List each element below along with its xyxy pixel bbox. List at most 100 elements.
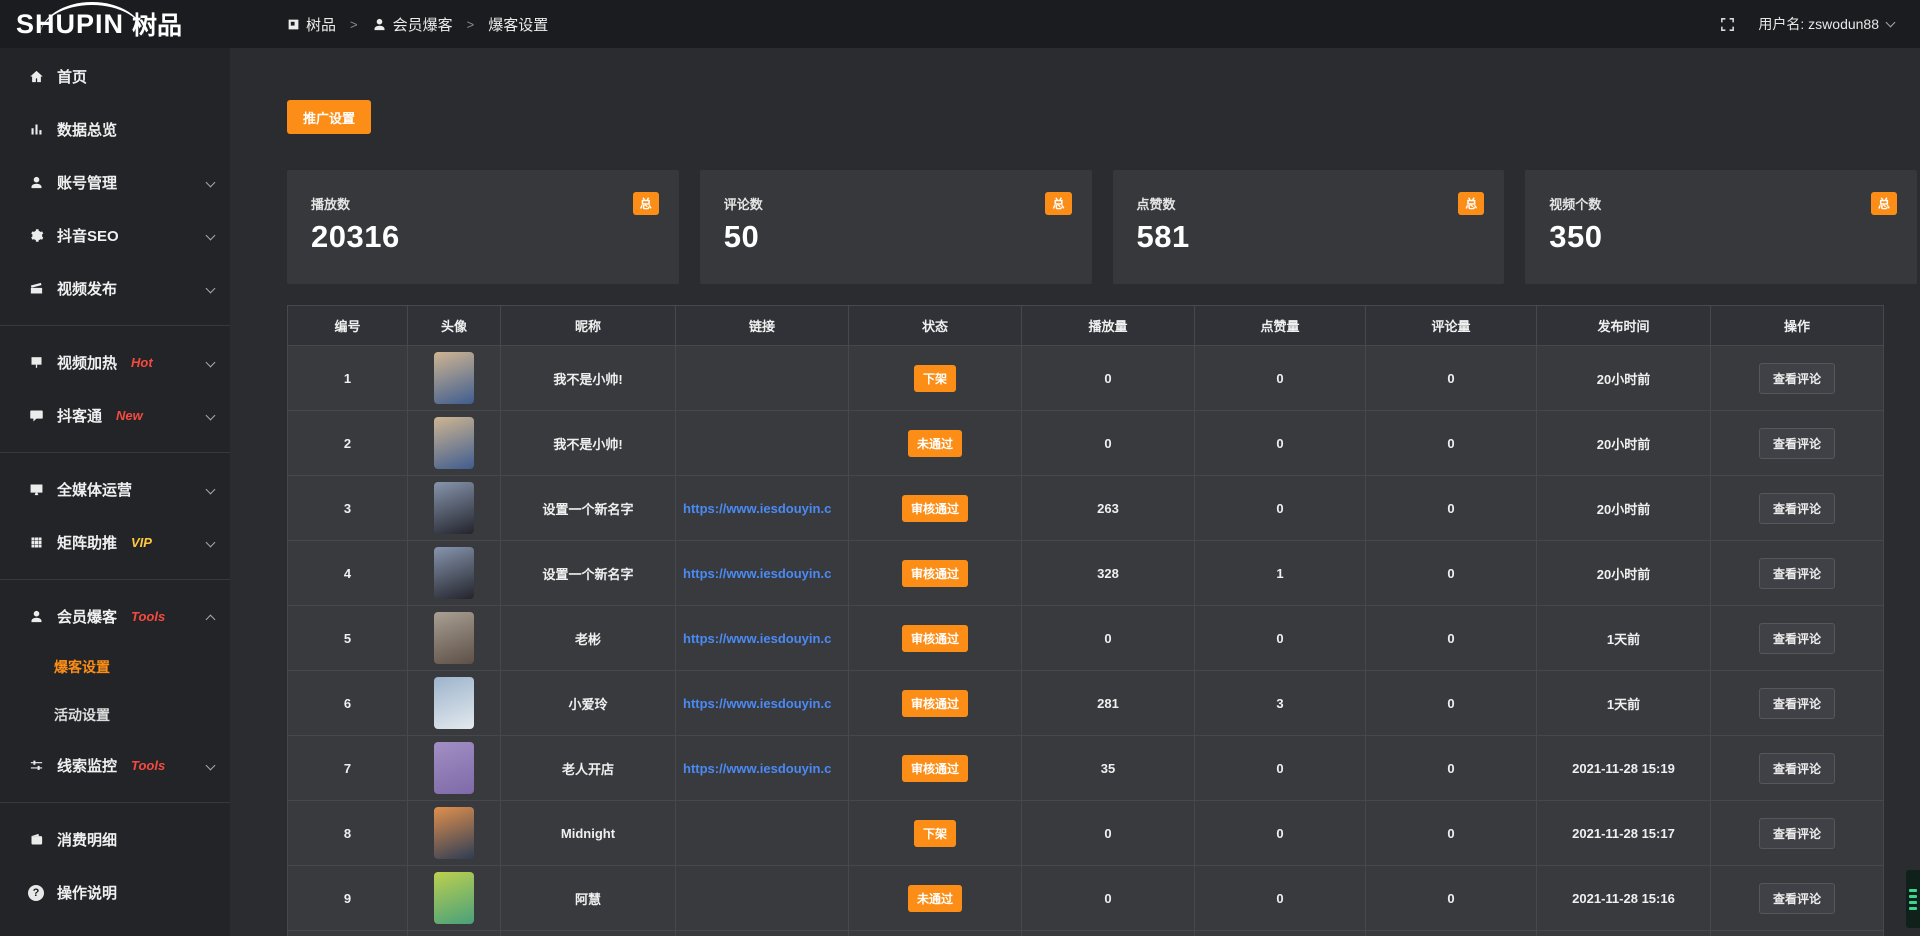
- sidebar-item[interactable]: 消费明细: [0, 813, 230, 866]
- cell-comments: 0: [1366, 801, 1537, 866]
- cell-avatar: [408, 411, 501, 476]
- status-badge[interactable]: 审核通过: [902, 625, 968, 652]
- view-comments-button[interactable]: 查看评论: [1759, 688, 1835, 719]
- column-header: 发布时间: [1537, 306, 1711, 346]
- avatar: [434, 482, 474, 534]
- floating-widget[interactable]: [1906, 870, 1920, 928]
- column-header: 操作: [1711, 306, 1884, 346]
- table-row: 3设置一个新名字https://www.iesdouyin.c审核通过26300…: [288, 476, 1884, 541]
- status-badge[interactable]: 审核通过: [902, 560, 968, 587]
- sidebar-item[interactable]: 首页: [0, 50, 230, 103]
- sidebar-divider: [0, 325, 230, 326]
- status-badge[interactable]: 审核通过: [902, 690, 968, 717]
- cell-status: 审核通过: [849, 606, 1022, 671]
- cell-link: https://www.iesdouyin.c: [676, 671, 849, 736]
- view-comments-button[interactable]: 查看评论: [1759, 428, 1835, 459]
- cell-id: 1: [288, 346, 408, 411]
- home-icon: [27, 69, 45, 84]
- avatar: [434, 872, 474, 924]
- cell-action: 查看评论: [1711, 866, 1884, 931]
- view-comments-button[interactable]: 查看评论: [1759, 493, 1835, 524]
- status-badge[interactable]: 下架: [914, 365, 956, 392]
- status-badge[interactable]: 下架: [914, 820, 956, 847]
- chevron-down-icon[interactable]: [1886, 17, 1896, 27]
- username[interactable]: 用户名: zswodun88: [1758, 14, 1879, 34]
- sidebar-item-label: 视频发布: [57, 278, 117, 299]
- cell-likes: 0: [1195, 606, 1366, 671]
- cell-action: 查看评论: [1711, 671, 1884, 736]
- video-link[interactable]: https://www.iesdouyin.c: [683, 696, 848, 711]
- table-row: 8Midnight下架0002021-11-28 15:17查看评论: [288, 801, 1884, 866]
- sidebar-divider: [0, 802, 230, 803]
- breadcrumb-item[interactable]: 会员爆客: [372, 14, 453, 35]
- breadcrumb-item[interactable]: 树品: [287, 14, 336, 35]
- cell-status: 审核通过: [849, 476, 1022, 541]
- column-header: 链接: [676, 306, 849, 346]
- cell-status: 审核通过: [849, 736, 1022, 801]
- cell-comments: 0: [1366, 671, 1537, 736]
- sidebar-item[interactable]: 矩阵助推VIP: [0, 516, 230, 569]
- status-badge[interactable]: 审核通过: [902, 755, 968, 782]
- cell-plays: 0: [1022, 346, 1195, 411]
- chat-icon: [27, 408, 45, 423]
- video-link[interactable]: https://www.iesdouyin.c: [683, 761, 848, 776]
- total-badge: 总: [1045, 192, 1071, 215]
- cell-likes: 0: [1195, 411, 1366, 476]
- video-link[interactable]: https://www.iesdouyin.c: [683, 566, 848, 581]
- stat-card-value: 350: [1549, 219, 1895, 255]
- sidebar-item[interactable]: 视频加热Hot: [0, 336, 230, 389]
- table-row: 5老彬https://www.iesdouyin.c审核通过0001天前查看评论: [288, 606, 1884, 671]
- cell-id: [288, 931, 408, 936]
- promo-settings-button[interactable]: 推广设置: [287, 100, 371, 134]
- sidebar-item[interactable]: 全媒体运营: [0, 463, 230, 516]
- video-link[interactable]: https://www.iesdouyin.c: [683, 631, 848, 646]
- cell-nickname: 阿慧: [501, 866, 676, 931]
- sidebar-subitem[interactable]: 活动设置: [0, 691, 230, 739]
- view-comments-button[interactable]: 查看评论: [1759, 558, 1835, 589]
- sidebar-item[interactable]: 视频发布: [0, 262, 230, 315]
- view-comments-button[interactable]: 查看评论: [1759, 818, 1835, 849]
- stat-card-value: 50: [724, 219, 1070, 255]
- sidebar-item[interactable]: 数据总览: [0, 103, 230, 156]
- sidebar-item-label: 消费明细: [57, 829, 117, 850]
- cell-avatar: [408, 476, 501, 541]
- fullscreen-icon[interactable]: [1719, 16, 1736, 33]
- sidebar-subitem[interactable]: 爆客设置: [0, 643, 230, 691]
- monitor-icon: [27, 482, 45, 497]
- video-link[interactable]: https://www.iesdouyin.c: [683, 501, 848, 516]
- sidebar-item-badge: Hot: [131, 355, 153, 370]
- total-badge: 总: [633, 192, 659, 215]
- sidebar-item[interactable]: 抖音SEO: [0, 209, 230, 262]
- avatar: [434, 742, 474, 794]
- sidebar-item-label: 会员爆客: [57, 606, 117, 627]
- cell-nickname: 我不是小帅!: [501, 411, 676, 476]
- view-comments-button[interactable]: 查看评论: [1759, 363, 1835, 394]
- wallet-icon: [27, 832, 45, 847]
- sidebar-item[interactable]: 抖客通New: [0, 389, 230, 442]
- column-header: 状态: [849, 306, 1022, 346]
- view-comments-button[interactable]: 查看评论: [1759, 753, 1835, 784]
- sidebar-item-label: 数据总览: [57, 119, 117, 140]
- sidebar-item[interactable]: 线索监控Tools: [0, 739, 230, 792]
- view-comments-button[interactable]: 查看评论: [1759, 883, 1835, 914]
- breadcrumb-label: 爆客设置: [488, 14, 548, 35]
- stat-card: 点赞数581总: [1113, 170, 1505, 284]
- chevron-down-icon: [206, 485, 216, 495]
- status-badge[interactable]: 未通过: [908, 885, 962, 912]
- cell-action: [1711, 931, 1884, 936]
- chevron-down-icon: [206, 538, 216, 548]
- sidebar-item[interactable]: 会员爆客Tools: [0, 590, 230, 643]
- cell-comments: 0: [1366, 476, 1537, 541]
- table-row: 2我不是小帅!未通过00020小时前查看评论: [288, 411, 1884, 476]
- cell-id: 5: [288, 606, 408, 671]
- status-badge[interactable]: 未通过: [908, 430, 962, 457]
- status-badge[interactable]: 审核通过: [902, 495, 968, 522]
- sidebar-item[interactable]: ?操作说明: [0, 866, 230, 919]
- cell-plays: 0: [1022, 606, 1195, 671]
- top-header: SHUPIN 树品 树品>会员爆客>爆客设置 用户名: zswodun88: [0, 0, 1920, 48]
- cell-action: 查看评论: [1711, 476, 1884, 541]
- sidebar-item[interactable]: 账号管理: [0, 156, 230, 209]
- sidebar-item-label: 账号管理: [57, 172, 117, 193]
- view-comments-button[interactable]: 查看评论: [1759, 623, 1835, 654]
- stat-card-value: 581: [1137, 219, 1483, 255]
